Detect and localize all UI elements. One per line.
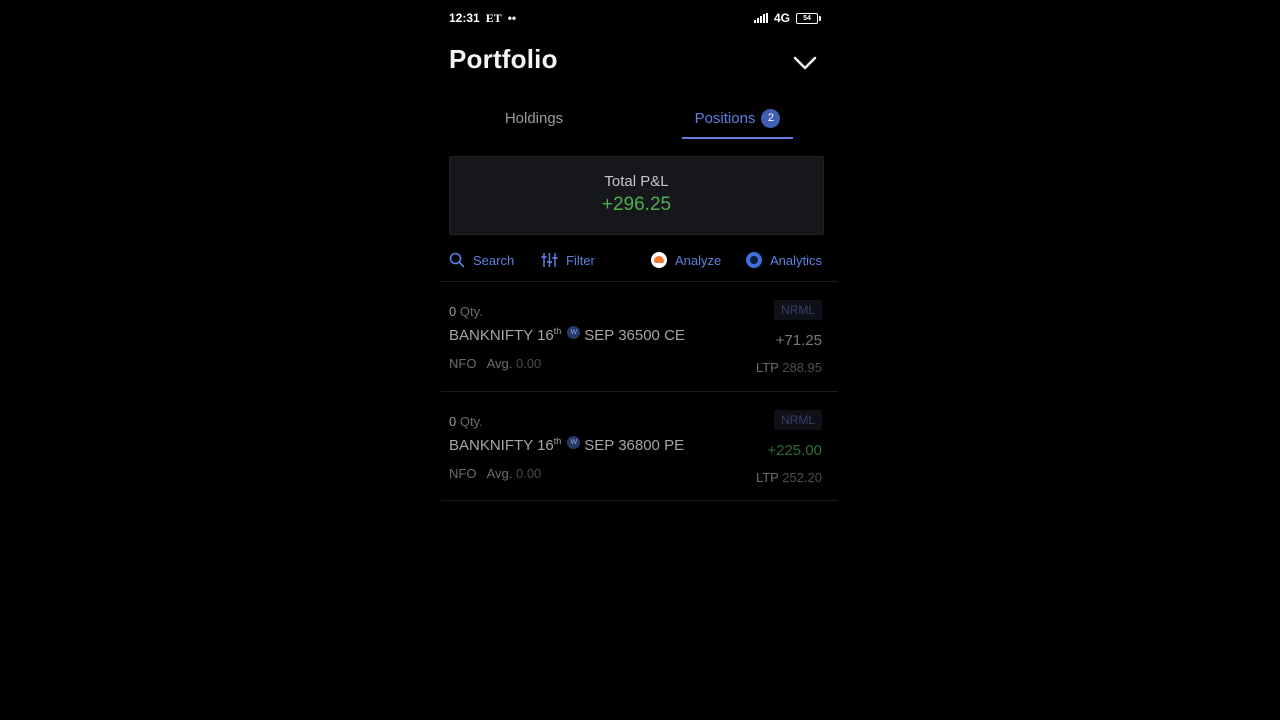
tab-positions[interactable]: Positions 2 <box>682 98 793 139</box>
position-instrument: BANKNIFTY 16th W SEP 36800 PE <box>449 436 684 454</box>
total-pnl-value: +296.25 <box>601 194 672 215</box>
weekly-expiry-badge: W <box>567 436 581 449</box>
tab-positions-label: Positions <box>694 109 756 127</box>
tab-holdings[interactable]: Holdings <box>449 98 619 138</box>
exchange-label: NFO <box>449 466 477 481</box>
avg-value: 0.00 <box>515 356 542 371</box>
position-instrument: BANKNIFTY 16th W SEP 36500 CE <box>449 326 685 344</box>
status-carrier: ET <box>485 10 502 25</box>
row-divider <box>441 500 838 501</box>
search-icon <box>449 252 465 268</box>
filter-label: Filter <box>566 252 595 268</box>
filter-button[interactable]: Filter <box>541 249 595 271</box>
signal-icon <box>753 13 768 23</box>
position-row[interactable]: 0 Qty. BANKNIFTY 16th W SEP 36500 CE NFO A… <box>441 292 838 402</box>
battery-level: 54 <box>803 14 811 22</box>
analytics-icon <box>745 252 762 268</box>
analyze-icon <box>651 252 667 268</box>
page-title: Portfolio <box>449 44 558 74</box>
avg-label: Avg. <box>486 356 513 371</box>
status-bar: 12:31 ET •• 4G 54 <box>449 9 821 27</box>
avg-label: Avg. <box>486 466 513 481</box>
product-type-badge: NRML <box>773 300 822 320</box>
analytics-button[interactable]: Analytics <box>745 249 822 271</box>
app-screen: 12:31 ET •• 4G 54 Portfolio Holdings Pos… <box>441 0 838 720</box>
position-ltp: LTP 288.95 <box>756 360 822 375</box>
position-qty: 0 Qty. <box>449 414 483 429</box>
toolbar-divider <box>441 281 838 282</box>
total-pnl-card: Total P&L +296.25 <box>449 156 824 235</box>
filter-sliders-icon <box>541 253 558 267</box>
search-button[interactable]: Search <box>449 249 514 271</box>
ltp-label: LTP <box>755 470 779 485</box>
status-dots: •• <box>507 11 517 25</box>
date-suffix: th <box>553 326 562 336</box>
position-pnl: +71.25 <box>775 332 822 349</box>
position-ltp: LTP 252.20 <box>756 470 822 485</box>
analyze-button[interactable]: Analyze <box>651 249 721 271</box>
positions-count-badge: 2 <box>761 108 781 128</box>
status-right: 4G 54 <box>753 11 821 25</box>
positions-toolbar: Search Filter Analyze Analytics <box>449 249 822 271</box>
position-meta: NFO Avg. 0.00 <box>449 466 541 481</box>
total-pnl-label: Total P&L <box>604 173 669 190</box>
qty-value: 0 <box>449 414 457 429</box>
instrument-symbol: BANKNIFTY 16 <box>449 437 554 454</box>
date-suffix: th <box>553 436 562 446</box>
instrument-contract: SEP 36800 PE <box>584 437 685 454</box>
ltp-value: 288.95 <box>782 360 822 375</box>
position-meta: NFO Avg. 0.00 <box>449 356 541 371</box>
position-row[interactable]: 0 Qty. BANKNIFTY 16th W SEP 36800 PE NFO A… <box>441 402 838 512</box>
status-time: 12:31 <box>449 11 480 25</box>
row-divider <box>441 391 838 392</box>
active-tab-indicator <box>682 137 793 139</box>
ltp-value: 252.20 <box>782 470 822 485</box>
position-pnl: +225.00 <box>767 442 822 459</box>
network-type: 4G <box>773 11 790 25</box>
ltp-label: LTP <box>755 360 779 375</box>
weekly-expiry-badge: W <box>567 326 581 339</box>
analyze-label: Analyze <box>675 252 722 268</box>
status-left: 12:31 ET •• <box>449 11 516 26</box>
portfolio-tabs: Holdings Positions 2 <box>449 98 822 140</box>
exchange-label: NFO <box>449 356 477 371</box>
instrument-contract: SEP 36500 CE <box>584 327 685 344</box>
position-qty: 0 Qty. <box>449 304 483 319</box>
tab-holdings-label: Holdings <box>504 109 564 127</box>
chevron-down-icon[interactable] <box>792 52 818 74</box>
qty-label: Qty. <box>459 414 483 429</box>
qty-label: Qty. <box>459 304 483 319</box>
search-label: Search <box>473 252 515 268</box>
avg-value: 0.00 <box>515 466 542 481</box>
product-type-badge: NRML <box>773 410 822 430</box>
analytics-label: Analytics <box>769 252 822 268</box>
instrument-symbol: BANKNIFTY 16 <box>449 327 554 344</box>
qty-value: 0 <box>449 304 457 319</box>
battery-icon: 54 <box>796 12 821 24</box>
